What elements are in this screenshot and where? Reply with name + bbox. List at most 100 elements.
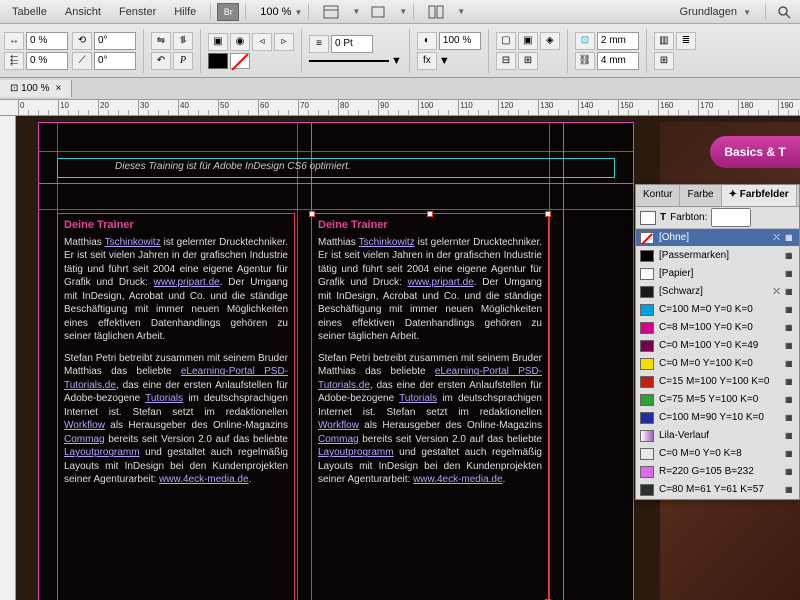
swatch-label: R=220 G=105 B=232 (659, 466, 780, 477)
swatch-chip (640, 268, 654, 280)
swatch-row[interactable]: C=15 M=100 Y=100 K=0▦ (636, 373, 799, 391)
swatch-row[interactable]: Lila-Verlauf▦ (636, 427, 799, 445)
swatch-chip (640, 448, 654, 460)
tint-label: Farbton: (670, 212, 707, 223)
search-icon[interactable] (772, 2, 796, 22)
control-toolbar: ↔ ⬱ ⟲ ⟋ ⇋ ⥮ ↶ P ▣ ◉ ◃ ▹ ≡ ▼ ◐ (0, 24, 800, 78)
close-icon[interactable]: × (56, 83, 62, 94)
gutter-input-2[interactable] (597, 52, 639, 70)
swatch-row[interactable]: C=100 M=90 Y=10 K=0▦ (636, 409, 799, 427)
zoom-level[interactable]: 100 %▼ (260, 6, 302, 18)
ruler-vertical[interactable] (0, 116, 16, 600)
swatch-chip (640, 340, 654, 352)
opacity-input[interactable] (439, 32, 481, 50)
swatch-row[interactable]: C=80 M=61 Y=61 K=57▦ (636, 481, 799, 499)
bridge-button[interactable]: Br (217, 3, 239, 21)
color-mode-icon: ▦ (785, 485, 795, 495)
wrap-bound-icon[interactable]: ▣ (518, 32, 538, 50)
stroke-style-picker[interactable] (309, 60, 389, 62)
swatch-chip (640, 358, 654, 370)
shear-icon: ⬱ (4, 52, 24, 70)
swatch-row[interactable]: C=8 M=100 Y=0 K=0▦ (636, 319, 799, 337)
swatch-chip (640, 430, 654, 442)
effects-icon[interactable]: fx (417, 52, 437, 70)
swatch-label: [Papier] (659, 268, 780, 279)
swatch-chip (640, 322, 654, 334)
swatch-label: C=75 M=5 Y=100 K=0 (659, 394, 780, 405)
swatch-row[interactable]: C=0 M=0 Y=0 K=8▦ (636, 445, 799, 463)
align-icon[interactable]: ≣ (676, 32, 696, 50)
select-next-icon[interactable]: ▹ (274, 33, 294, 51)
basics-badge: Basics & T (710, 136, 800, 168)
ruler-horizontal[interactable]: 0102030405060708090100110120130140150160… (0, 100, 800, 116)
wrap-column-icon[interactable]: ⊞ (518, 52, 538, 70)
wrap-shape-icon[interactable]: ◈ (540, 32, 560, 50)
rotate-ccw-icon[interactable]: ↶ (151, 52, 171, 70)
frame-fit-icon[interactable]: ⊡ (575, 32, 595, 50)
handle-tm[interactable] (427, 211, 433, 217)
select-prev-icon[interactable]: ◃ (252, 33, 272, 51)
menu-ansicht[interactable]: Ansicht (57, 3, 109, 21)
select-content-icon[interactable]: ◉ (230, 33, 250, 51)
flip-v-icon[interactable]: ⥮ (173, 32, 193, 50)
menu-hilfe[interactable]: Hilfe (166, 3, 204, 21)
wrap-none-icon[interactable]: ▢ (496, 32, 516, 50)
opacity-icon: ◐ (417, 32, 437, 50)
fill-proxy-icon[interactable] (640, 211, 656, 225)
fill-swatch[interactable] (208, 53, 228, 69)
swatch-row[interactable]: [Papier]▦ (636, 265, 799, 283)
swatch-row[interactable]: R=220 G=105 B=232▦ (636, 463, 799, 481)
skew-input[interactable] (94, 52, 136, 70)
lock-icon: ⛌ (773, 232, 780, 243)
tab-farbfelder[interactable]: ✦ Farbfelder (722, 185, 797, 206)
gutter-input-1[interactable] (597, 32, 639, 50)
text-frame-right[interactable]: Deine Trainer Matthias Tschinkowitz ist … (311, 213, 549, 600)
columns-icon[interactable]: ▥ (654, 32, 674, 50)
flip-h-icon[interactable]: ⇋ (151, 32, 171, 50)
handle-tl[interactable] (309, 211, 315, 217)
view-options-icon[interactable] (317, 2, 345, 22)
color-mode-icon: ▦ (785, 449, 795, 459)
balance-icon[interactable]: ⊞ (654, 52, 674, 70)
document-tab[interactable]: ⊡ 100 %× (0, 80, 72, 97)
swatch-row[interactable]: C=75 M=5 Y=100 K=0▦ (636, 391, 799, 409)
menu-bar: Tabelle Ansicht Fenster Hilfe Br 100 %▼ … (0, 0, 800, 24)
scale-x-input[interactable] (26, 32, 68, 50)
banner-text: Dieses Training ist für Adobe InDesign C… (115, 161, 351, 172)
stroke-swatch[interactable] (230, 53, 250, 69)
screen-mode-icon[interactable] (364, 2, 392, 22)
wrap-jump-icon[interactable]: ⊟ (496, 52, 516, 70)
menu-fenster[interactable]: Fenster (111, 3, 164, 21)
link-icon[interactable]: ⛓ (575, 52, 595, 70)
color-mode-icon: ▦ (785, 413, 795, 423)
swatch-label: [Schwarz] (659, 286, 768, 297)
swatch-row[interactable]: C=0 M=100 Y=0 K=49▦ (636, 337, 799, 355)
tab-farbe[interactable]: Farbe (680, 185, 721, 206)
swatch-label: C=0 M=0 Y=100 K=0 (659, 358, 780, 369)
swatch-row[interactable]: [Schwarz] ⛌ ▦ (636, 283, 799, 301)
arrange-icon[interactable] (422, 2, 450, 22)
swatch-chip (640, 394, 654, 406)
workspace-switcher[interactable]: Grundlagen ▼ (672, 3, 759, 21)
lock-icon: ⛌ (773, 286, 780, 297)
shear-input[interactable] (26, 52, 68, 70)
swatch-row[interactable]: [Passermarken]▦ (636, 247, 799, 265)
color-mode-icon: ▦ (785, 323, 795, 333)
canvas[interactable]: Basics & T Dieses Training ist für Adobe… (16, 116, 800, 600)
swatch-row[interactable]: C=0 M=0 Y=100 K=0▦ (636, 355, 799, 373)
menu-tabelle[interactable]: Tabelle (4, 3, 55, 21)
swatch-row[interactable]: [Ohne]⛌▦ (636, 229, 799, 247)
swatch-label: [Ohne] (659, 232, 768, 243)
text-frame-left[interactable]: Deine Trainer Matthias Tschinkowitz ist … (57, 213, 295, 600)
rotate-input[interactable] (94, 32, 136, 50)
handle-tr[interactable] (545, 211, 551, 217)
select-container-icon[interactable]: ▣ (208, 33, 228, 51)
tint-input[interactable] (711, 208, 751, 227)
swatch-label: C=0 M=100 Y=0 K=49 (659, 340, 780, 351)
swatch-row[interactable]: C=100 M=0 Y=0 K=0▦ (636, 301, 799, 319)
color-mode-icon: ▦ (785, 287, 795, 297)
stroke-weight-input[interactable] (331, 35, 373, 53)
swatches-panel[interactable]: Kontur Farbe ✦ Farbfelder T Farbton: [Oh… (635, 184, 800, 500)
char-panel-icon[interactable]: P (173, 52, 193, 70)
tab-kontur[interactable]: Kontur (636, 185, 680, 206)
